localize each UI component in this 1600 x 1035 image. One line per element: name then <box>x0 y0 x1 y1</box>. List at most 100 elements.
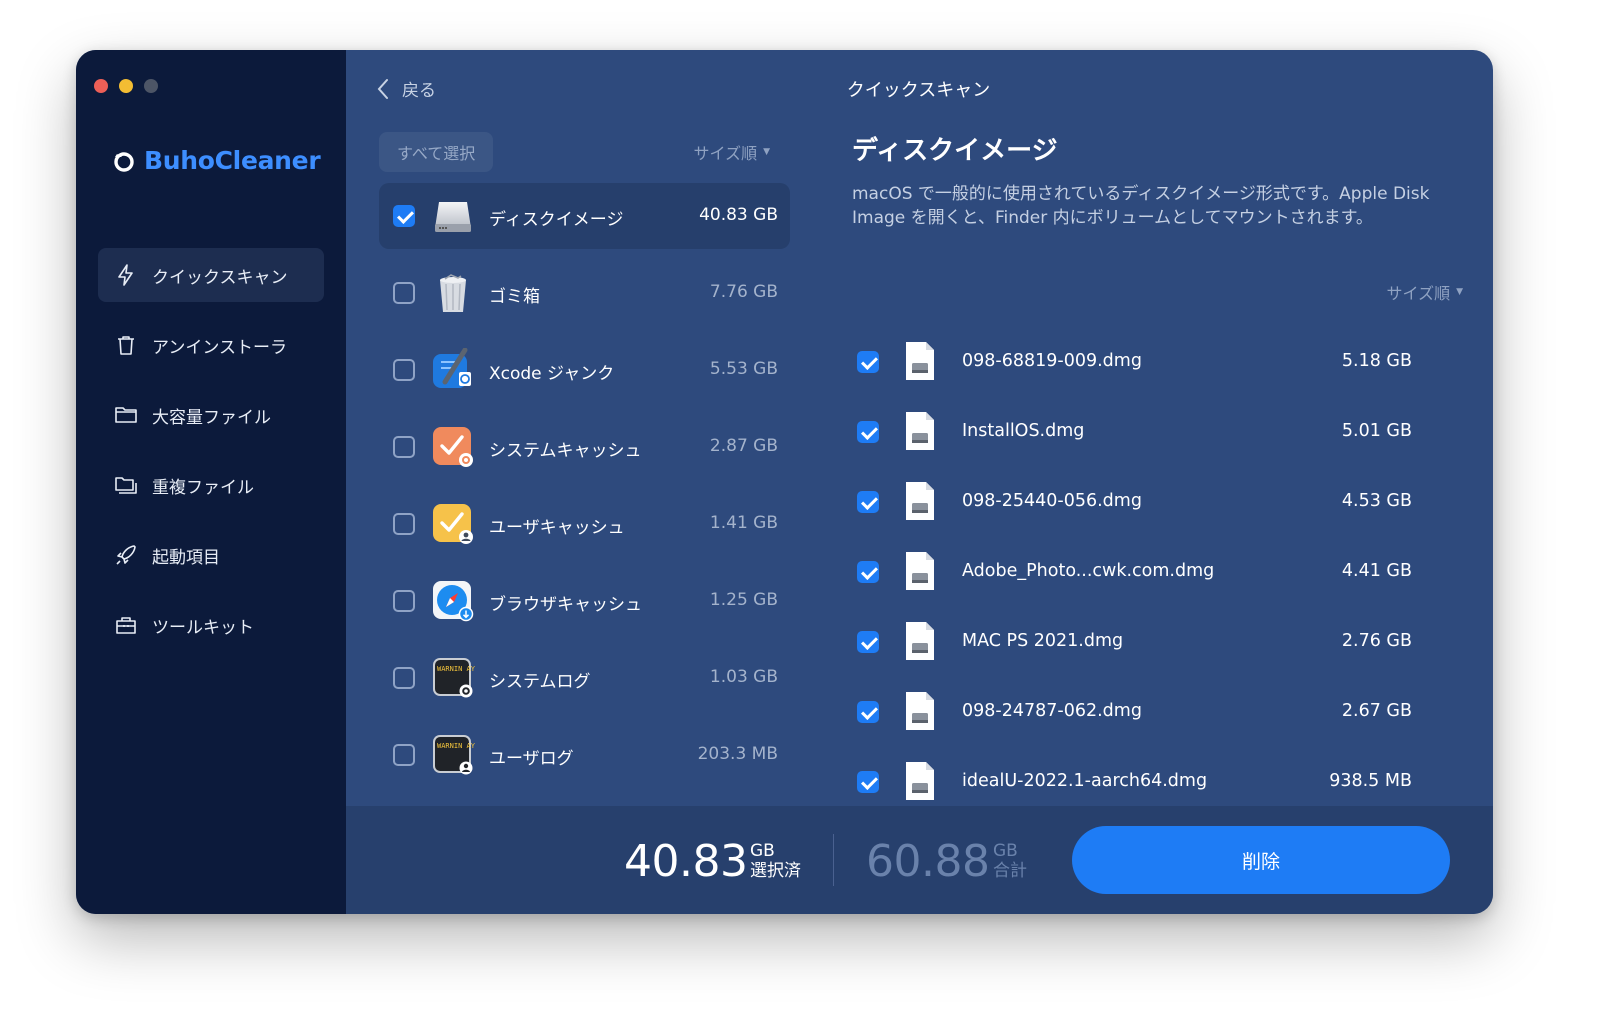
file-row[interactable]: Adobe_Photo...cwk.com.dmg 4.41 GB <box>852 537 1412 607</box>
sidebar-item-label: 大容量ファイル <box>152 407 271 428</box>
sidebar-item-label: アンインストーラ <box>152 337 287 358</box>
sidebar-item-label: クイックスキャン <box>152 267 288 288</box>
file-size: 2.67 GB <box>1341 701 1412 721</box>
file-size: 5.18 GB <box>1341 351 1412 371</box>
total-size-value: 60.88 <box>866 836 990 887</box>
file-list: 098-68819-009.dmg 5.18 GB InstallOS.dmg … <box>852 327 1412 817</box>
category-checkbox[interactable] <box>393 436 415 458</box>
category-row-browser-cache[interactable]: ブラウザキャッシュ 1.25 GB <box>379 568 790 634</box>
total-label: 合計 <box>993 861 1027 881</box>
dmg-file-icon <box>906 692 934 730</box>
category-name: システムキャッシュ <box>489 441 642 461</box>
category-row-system-cache[interactable]: システムキャッシュ 2.87 GB <box>379 414 790 480</box>
file-checkbox[interactable] <box>857 771 879 793</box>
file-size: 2.76 GB <box>1341 631 1412 651</box>
file-checkbox[interactable] <box>857 351 879 373</box>
file-sort-dropdown[interactable]: サイズ順 ▼ <box>1387 280 1463 304</box>
category-checkbox[interactable] <box>393 205 415 227</box>
brand-name: BuhoCleaner <box>144 146 321 175</box>
page-title: クイックスキャン <box>846 80 991 101</box>
file-row[interactable]: 098-24787-062.dmg 2.67 GB <box>852 677 1412 747</box>
trash-can-icon <box>440 274 466 312</box>
file-size: 938.5 MB <box>1329 771 1412 791</box>
footer-bar: 40.83 GB 選択済 60.88 GB 合計 削除 <box>346 806 1493 914</box>
footer-divider <box>833 834 834 886</box>
file-row[interactable]: MAC PS 2021.dmg 2.76 GB <box>852 607 1412 677</box>
minimize-window-button[interactable] <box>119 79 133 93</box>
category-row-user-cache[interactable]: ユーザキャッシュ 1.41 GB <box>379 491 790 557</box>
file-row[interactable]: InstallOS.dmg 5.01 GB <box>852 397 1412 467</box>
category-checkbox[interactable] <box>393 744 415 766</box>
category-sort-dropdown[interactable]: サイズ順 ▼ <box>694 132 770 172</box>
file-checkbox[interactable] <box>857 631 879 653</box>
zoom-window-button[interactable] <box>144 79 158 93</box>
sidebar-item-label: 起動項目 <box>152 547 220 568</box>
file-checkbox[interactable] <box>857 701 879 723</box>
sidebar-item-duplicates[interactable]: 重複ファイル <box>98 458 324 512</box>
detail-description: macOS で一般的に使用されているディスクイメージ形式です。Apple Dis… <box>852 184 1430 228</box>
file-name: 098-24787-062.dmg <box>962 701 1142 721</box>
category-list: ディスクイメージ 40.83 GB ゴミ箱 7.76 GB Xcode ジャンク… <box>379 183 790 799</box>
file-name: InstallOS.dmg <box>962 421 1085 441</box>
category-name: ディスクイメージ <box>489 210 624 230</box>
category-name: ブラウザキャッシュ <box>489 595 642 615</box>
sidebar-item-quick-scan[interactable]: クイックスキャン <box>98 248 324 302</box>
file-checkbox[interactable] <box>857 421 879 443</box>
duplicate-folder-icon <box>115 477 137 494</box>
svg-text:WARNIN AY 7:3: WARNIN AY 7:3 <box>437 742 475 750</box>
file-name: 098-25440-056.dmg <box>962 491 1142 511</box>
category-list-header: すべて選択 サイズ順 ▼ <box>379 132 790 172</box>
category-checkbox[interactable] <box>393 282 415 304</box>
brand: BuhoCleaner <box>112 146 321 175</box>
detail-title: ディスクイメージ <box>852 136 1058 166</box>
select-all-button[interactable]: すべて選択 <box>379 132 494 172</box>
category-checkbox[interactable] <box>393 513 415 535</box>
category-size: 1.25 GB <box>709 590 778 610</box>
file-row[interactable]: 098-68819-009.dmg 5.18 GB <box>852 327 1412 397</box>
category-checkbox[interactable] <box>393 590 415 612</box>
selected-size-value: 40.83 <box>624 836 748 887</box>
back-button[interactable]: 戻る <box>376 76 436 101</box>
dmg-file-icon <box>906 622 934 660</box>
selected-label: 選択済 <box>750 861 801 881</box>
sort-label: サイズ順 <box>1386 284 1451 303</box>
file-name: Adobe_Photo...cwk.com.dmg <box>962 561 1215 581</box>
dmg-file-icon <box>906 482 934 520</box>
buho-logo-icon <box>114 151 134 172</box>
rocket-icon <box>116 545 136 565</box>
file-checkbox[interactable] <box>857 561 879 583</box>
file-size: 4.41 GB <box>1341 561 1412 581</box>
sidebar: BuhoCleaner クイックスキャン アンインストーラ 大容量ファイル 重複… <box>76 50 346 914</box>
file-name: 098-68819-009.dmg <box>962 351 1142 371</box>
user-cache-icon <box>433 504 473 544</box>
sidebar-item-uninstaller[interactable]: アンインストーラ <box>98 318 324 372</box>
back-label: 戻る <box>402 81 436 101</box>
file-name: MAC PS 2021.dmg <box>962 631 1124 651</box>
category-size: 7.76 GB <box>709 282 778 302</box>
category-row-xcode[interactable]: Xcode ジャンク 5.53 GB <box>379 337 790 403</box>
category-size: 1.03 GB <box>709 667 778 687</box>
selected-unit: GB <box>750 841 775 861</box>
lightning-icon <box>118 264 133 286</box>
category-row-trash[interactable]: ゴミ箱 7.76 GB <box>379 260 790 326</box>
sidebar-item-startup[interactable]: 起動項目 <box>98 528 324 582</box>
file-row[interactable]: 098-25440-056.dmg 4.53 GB <box>852 467 1412 537</box>
category-row-system-log[interactable]: WARNIN AY 7:3 システムログ 1.03 GB <box>379 645 790 711</box>
dmg-file-icon <box>906 762 934 800</box>
category-row-user-log[interactable]: WARNIN AY 7:3 ユーザログ 203.3 MB <box>379 722 790 788</box>
svg-text:WARNIN AY 7:3: WARNIN AY 7:3 <box>437 665 475 673</box>
caret-down-icon: ▼ <box>1456 287 1463 297</box>
close-window-button[interactable] <box>94 79 108 93</box>
console-log-icon: WARNIN AY 7:3 <box>433 658 475 698</box>
sidebar-item-toolkit[interactable]: ツールキット <box>98 598 324 652</box>
delete-button[interactable]: 削除 <box>1072 826 1450 894</box>
sidebar-item-large-files[interactable]: 大容量ファイル <box>98 388 324 442</box>
category-name: Xcode ジャンク <box>489 364 615 384</box>
category-size: 5.53 GB <box>709 359 778 379</box>
category-checkbox[interactable] <box>393 667 415 689</box>
dmg-file-icon <box>906 342 934 380</box>
traffic-lights <box>94 79 158 93</box>
category-row-disk-image[interactable]: ディスクイメージ 40.83 GB <box>379 183 790 249</box>
file-checkbox[interactable] <box>857 491 879 513</box>
category-checkbox[interactable] <box>393 359 415 381</box>
